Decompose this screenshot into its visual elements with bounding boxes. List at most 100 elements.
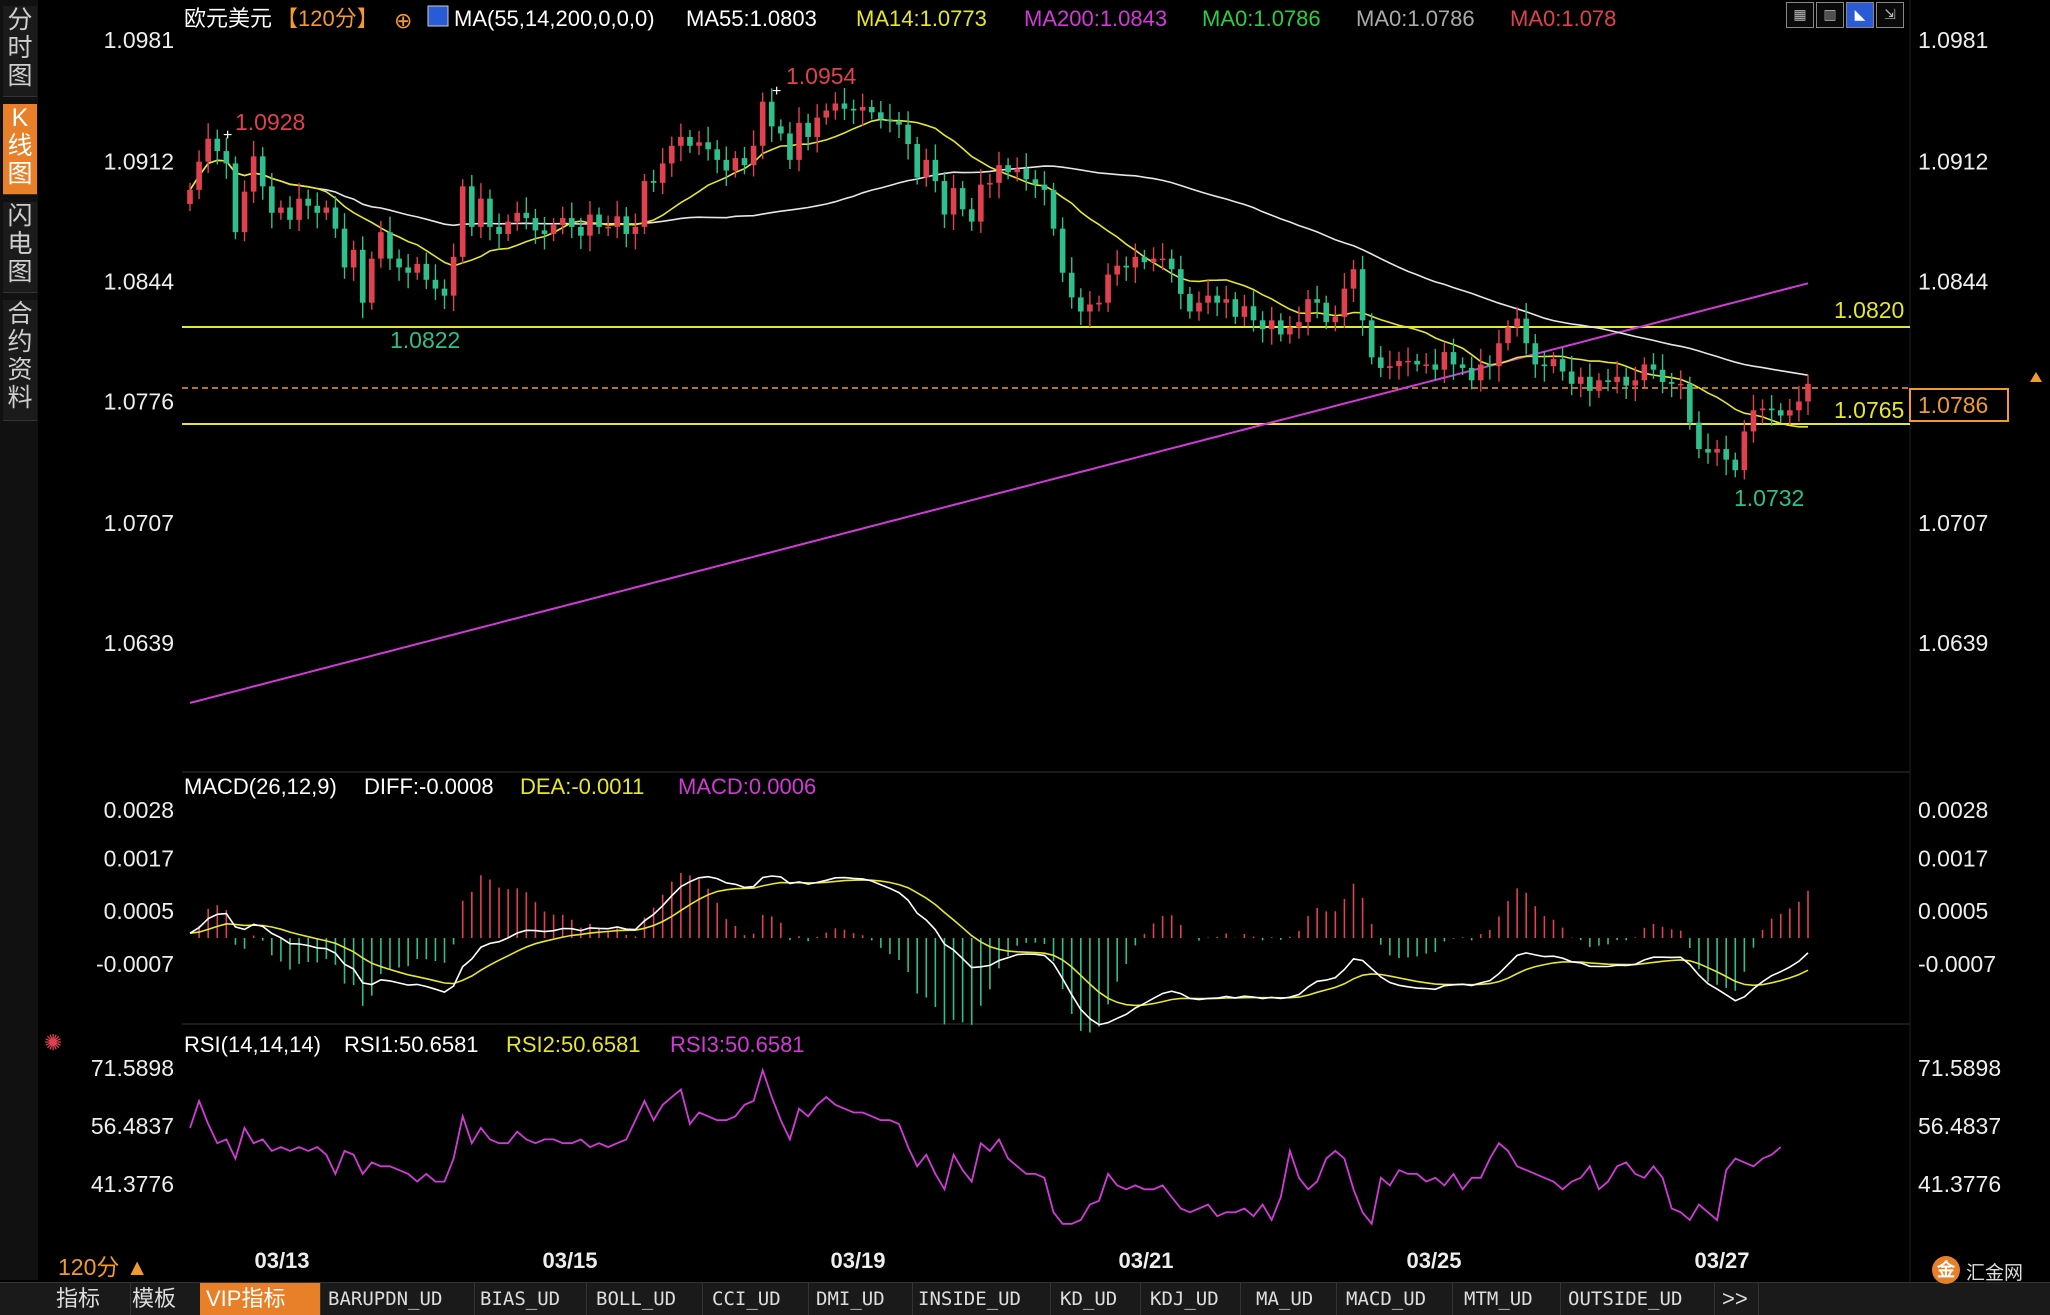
tab-indicators[interactable]: 指标 [50, 1283, 131, 1315]
tab-bias[interactable]: BIAS_UD [474, 1283, 587, 1315]
candle-body [396, 258, 402, 268]
candle-body [187, 189, 193, 204]
chart-canvas[interactable]: 欧元美元 【120分】 ⊕ MA(55,14,200,0,0,0) MA55:1… [0, 0, 2050, 1282]
chart-tool-expand-icon[interactable]: ⇲ [1876, 2, 1904, 28]
candle-body [1532, 343, 1539, 365]
axis-tick-label: 41.3776 [1918, 1171, 2001, 1197]
candle-body [1641, 364, 1648, 381]
ma55-value: MA55:1.0803 [686, 6, 817, 31]
axis-tick-label: 1.0844 [104, 269, 175, 295]
candle-body [723, 159, 730, 171]
sidebar-tab-flash[interactable]: 闪电图 [3, 202, 37, 293]
price-axis-right: 1.09811.09121.08441.07761.07071.0639 [1918, 27, 1989, 656]
rsi1-value: RSI1:50.6581 [344, 1032, 479, 1057]
rsi2-value: RSI2:50.6581 [506, 1032, 641, 1057]
candle-body [678, 136, 684, 146]
candle-body [1187, 293, 1193, 312]
candle-body [950, 188, 957, 215]
sidebar-tab-timeshare[interactable]: 分时图 [3, 6, 37, 97]
tab-kd[interactable]: KD_UD [1054, 1283, 1141, 1315]
candle-body [250, 156, 257, 192]
candle-body [278, 207, 284, 213]
candle-body [1223, 299, 1230, 303]
chart-tool-bars-icon[interactable]: ▥ [1816, 2, 1844, 28]
axis-tick-label: 1.0912 [104, 149, 174, 175]
chart-tool-line-icon[interactable]: ◣ [1846, 2, 1874, 28]
candle-body [832, 103, 839, 111]
candle-body [523, 212, 530, 219]
candle-body [223, 151, 230, 164]
candle-body [378, 232, 384, 259]
candle-body [887, 119, 893, 122]
sidebar-tab-kline[interactable]: K线图 [3, 104, 37, 195]
candle-body [541, 230, 548, 234]
axis-tick-label: 71.5898 [91, 1055, 174, 1081]
macd-hist-value: MACD:0.0006 [678, 774, 816, 799]
candle-body [1341, 288, 1348, 317]
candle-body [1559, 359, 1566, 372]
candle-body [823, 110, 830, 118]
axis-tick-label: 1.0707 [104, 510, 174, 536]
tab-more[interactable]: >> [1716, 1283, 1759, 1315]
axis-tick-label: 0.0017 [104, 845, 174, 871]
candle-body [1541, 364, 1548, 367]
candle-body [1487, 364, 1493, 367]
candle-body [1723, 449, 1729, 460]
ma-config-icon[interactable] [427, 5, 449, 27]
chart-tool-grid-icon[interactable]: ▦ [1786, 2, 1814, 28]
axis-tick-label: 1.0776 [104, 388, 174, 414]
candle-body [514, 212, 521, 222]
tab-vip-indicators[interactable]: VIP指标 [200, 1283, 321, 1315]
candle-body [1423, 364, 1430, 366]
tab-cci[interactable]: CCI_UD [706, 1283, 809, 1315]
macd-axis-right: 0.0028 0.0017 0.0005 -0.0007 [1918, 797, 1996, 977]
candle-body [996, 165, 1002, 183]
candle-body [1787, 410, 1793, 416]
tab-mtm[interactable]: MTM_UD [1458, 1283, 1561, 1315]
candle-body [896, 121, 902, 125]
sidebar-tab-contract[interactable]: 合约资料 [3, 300, 37, 421]
candle-body [505, 221, 511, 234]
tab-barupdn[interactable]: BARUPDN_UD [322, 1283, 475, 1315]
candle-body [668, 145, 675, 164]
candle-body [1041, 184, 1048, 190]
tab-boll[interactable]: BOLL_UD [590, 1283, 703, 1315]
candlesticks [187, 87, 1811, 480]
candle-body [1805, 383, 1811, 402]
settings-gear-icon[interactable]: ✺ [44, 1030, 62, 1055]
timeframe-badge[interactable]: 120分 ▲ [58, 1248, 149, 1282]
candle-body [269, 186, 275, 213]
crosshair-icon[interactable]: ⊕ [394, 8, 412, 33]
candle-body [1214, 295, 1220, 303]
candle-body [778, 126, 784, 134]
candle-body [1123, 265, 1130, 268]
tab-templates[interactable]: 模板 [126, 1283, 203, 1315]
candle-body [259, 156, 266, 187]
candle-body [732, 158, 739, 171]
candle-body [1096, 302, 1102, 305]
tab-ma[interactable]: MA_UD [1250, 1283, 1337, 1315]
candle-body [1432, 364, 1439, 370]
low-marker-2: 1.0732 [1734, 485, 1804, 511]
candle-body [423, 263, 430, 280]
candle-body [932, 159, 939, 182]
ma0-value-red: MA0:1.078 [1510, 6, 1616, 31]
price-axis-left: 1.0981 1.0912 1.0844 1.0776 1.0707 1.0639 [104, 27, 175, 656]
tab-outside[interactable]: OUTSIDE_UD [1562, 1283, 1715, 1315]
candle-body [1350, 269, 1357, 289]
candle-body [414, 263, 421, 273]
candle-body [1377, 357, 1384, 368]
tab-kdj[interactable]: KDJ_UD [1144, 1283, 1241, 1315]
candle-body [532, 218, 539, 231]
candle-body [1632, 380, 1639, 386]
candle-body [705, 142, 711, 150]
candle-body [1023, 168, 1030, 180]
tab-dmi[interactable]: DMI_UD [810, 1283, 913, 1315]
candle-body [1650, 364, 1657, 370]
candle-body [1450, 352, 1457, 365]
candle-body [1305, 299, 1311, 323]
candle-body [1577, 376, 1584, 384]
tab-inside[interactable]: INSIDE_UD [912, 1283, 1051, 1315]
candle-body [1368, 320, 1375, 358]
tab-macd[interactable]: MACD_UD [1340, 1283, 1453, 1315]
